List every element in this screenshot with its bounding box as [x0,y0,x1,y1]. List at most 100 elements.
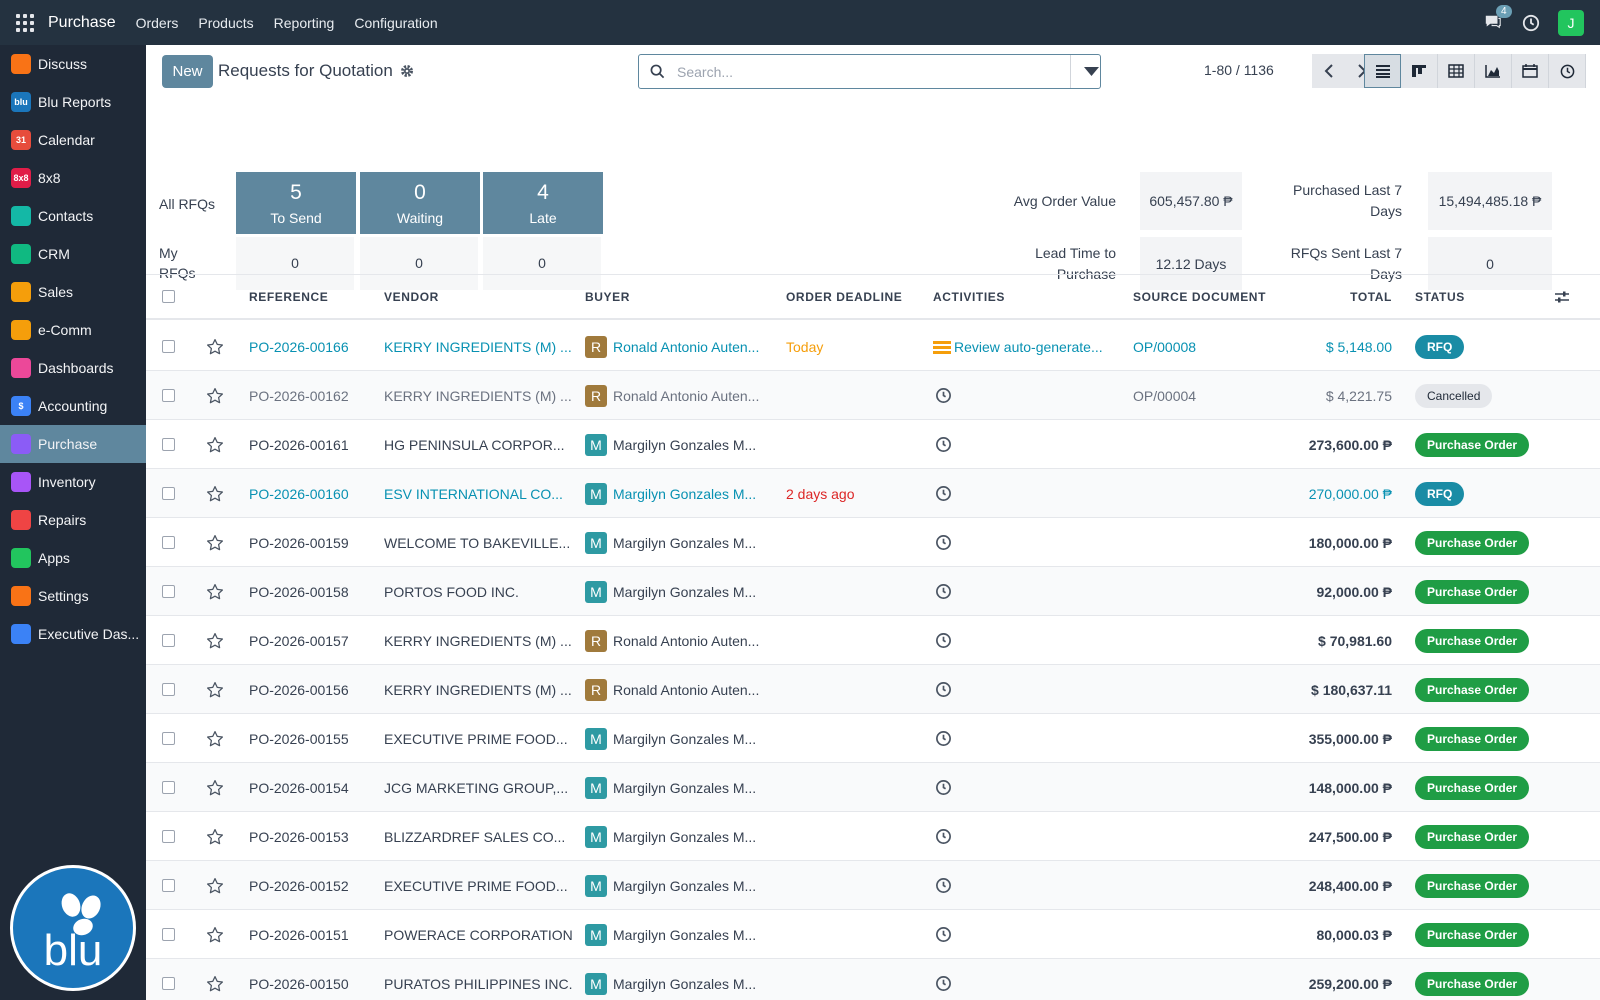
activity-view-button[interactable] [1549,54,1586,88]
list-view-button[interactable] [1364,54,1401,88]
activity-clock-icon[interactable] [935,485,952,502]
sidebar-item-apps-grid[interactable]: Apps [0,539,146,577]
row-checkbox[interactable] [162,536,175,549]
sidebar-item-dashboards[interactable]: Dashboards [0,349,146,387]
row-checkbox[interactable] [162,340,175,353]
table-row[interactable]: PO-2026-00153 BLIZZARDREF SALES CO... M Mar… [146,812,1600,861]
row-checkbox[interactable] [162,389,175,402]
table-row[interactable]: PO-2026-00154 JCG MARKETING GROUP,... M Mar… [146,763,1600,812]
star-icon[interactable] [206,436,224,454]
activity-clock-icon[interactable] [935,534,952,551]
star-icon[interactable] [206,534,224,552]
row-checkbox[interactable] [162,487,175,500]
sidebar-item-repairs[interactable]: Repairs [0,501,146,539]
activity-clock-icon[interactable] [935,730,952,747]
menu-orders[interactable]: Orders [136,15,179,31]
table-row[interactable]: PO-2026-00151 POWERACE CORPORATION M Margil… [146,910,1600,959]
table-row[interactable]: PO-2026-00166 KERRY INGREDIENTS (M) ... R R… [146,322,1600,371]
activity-clock-icon[interactable] [935,681,952,698]
table-row[interactable]: PO-2026-00157 KERRY INGREDIENTS (M) ... R R… [146,616,1600,665]
activity-clock-icon[interactable] [935,632,952,649]
table-row[interactable]: PO-2026-00155 EXECUTIVE PRIME FOOD... M Mar… [146,714,1600,763]
to-send-tile[interactable]: 5 To Send [236,172,356,234]
new-button[interactable]: New [162,55,213,88]
late-tile[interactable]: 4 Late [483,172,603,234]
star-icon[interactable] [206,338,224,356]
row-checkbox[interactable] [162,879,175,892]
select-all-checkbox[interactable] [162,290,175,303]
activity-clock-icon[interactable] [935,436,952,453]
header-order-deadline[interactable]: ORDER DEADLINE [786,290,902,304]
activity-clock-icon[interactable] [935,387,952,404]
app-menu-icon[interactable] [16,13,34,32]
sidebar-item-settings[interactable]: Settings [0,577,146,615]
star-icon[interactable] [206,828,224,846]
activity-clock-icon[interactable] [935,926,952,943]
sidebar-item-discuss[interactable]: Discuss [0,45,146,83]
app-name[interactable]: Purchase [48,14,116,32]
search-options-toggle[interactable] [1070,55,1100,88]
header-vendor[interactable]: VENDOR [384,290,439,304]
star-icon[interactable] [206,583,224,601]
star-icon[interactable] [206,779,224,797]
activity-clock-icon[interactable] [935,779,952,796]
search-input[interactable] [677,63,1067,80]
row-checkbox[interactable] [162,830,175,843]
optional-columns-icon[interactable] [1554,290,1570,304]
kanban-view-button[interactable] [1401,54,1438,88]
table-row[interactable]: PO-2026-00150 PURATOS PHILIPPINES INC. M Ma… [146,959,1600,1000]
table-row[interactable]: PO-2026-00160 ESV INTERNATIONAL CO... M Mar… [146,469,1600,518]
menu-products[interactable]: Products [198,15,253,31]
table-row[interactable]: PO-2026-00156 KERRY INGREDIENTS (M) ... R R… [146,665,1600,714]
header-total[interactable]: TOTAL [1316,290,1392,304]
star-icon[interactable] [206,485,224,503]
header-status[interactable]: STATUS [1415,290,1465,304]
sidebar-item-contacts[interactable]: Contacts [0,197,146,235]
sidebar-item-sales[interactable]: Sales [0,273,146,311]
row-checkbox[interactable] [162,634,175,647]
star-icon[interactable] [206,975,224,993]
waiting-tile[interactable]: 0 Waiting [360,172,480,234]
header-buyer[interactable]: BUYER [585,290,630,304]
star-icon[interactable] [206,730,224,748]
sidebar-item-purchase[interactable]: Purchase [0,425,146,463]
chat-icon[interactable]: 4 [1484,4,1512,33]
pager-value[interactable]: 1-80 / 1136 [1204,62,1274,78]
sidebar-item-blu-reports[interactable]: blu Blu Reports [0,83,146,121]
pivot-view-button[interactable] [1438,54,1475,88]
menu-reporting[interactable]: Reporting [274,15,335,31]
table-row[interactable]: PO-2026-00159 WELCOME TO BAKEVILLE... M Mar… [146,518,1600,567]
sidebar-item-ecomm[interactable]: e-Comm [0,311,146,349]
sidebar-item-calendar[interactable]: 31 Calendar [0,121,146,159]
row-checkbox[interactable] [162,732,175,745]
sidebar-item-executive-dashboard[interactable]: Executive Das... [0,615,146,653]
activity-clock-icon[interactable] [935,975,952,992]
sidebar-item-crm[interactable]: CRM [0,235,146,273]
row-checkbox[interactable] [162,438,175,451]
table-row[interactable]: PO-2026-00158 PORTOS FOOD INC. M Margilyn G… [146,567,1600,616]
row-checkbox[interactable] [162,977,175,990]
star-icon[interactable] [206,877,224,895]
gear-icon[interactable] [399,63,415,79]
activity-summary[interactable]: Review auto-generate... [954,339,1103,355]
calendar-view-button[interactable] [1512,54,1549,88]
activity-clock-icon[interactable] [935,828,952,845]
menu-configuration[interactable]: Configuration [354,15,437,31]
user-avatar[interactable]: J [1558,9,1584,36]
table-row[interactable]: PO-2026-00161 HG PENINSULA CORPOR... M Marg… [146,420,1600,469]
table-row[interactable]: PO-2026-00152 EXECUTIVE PRIME FOOD... M Mar… [146,861,1600,910]
graph-view-button[interactable] [1475,54,1512,88]
activity-clock-icon[interactable] [935,583,952,600]
header-activities[interactable]: ACTIVITIES [933,290,1005,304]
header-reference[interactable]: REFERENCE [249,290,328,304]
row-checkbox[interactable] [162,928,175,941]
row-checkbox[interactable] [162,585,175,598]
activity-clock-icon[interactable] [935,877,952,894]
sidebar-item-8x8[interactable]: 8x8 8x8 [0,159,146,197]
star-icon[interactable] [206,926,224,944]
activity-clock-icon[interactable] [1522,14,1540,32]
table-row[interactable]: PO-2026-00162 KERRY INGREDIENTS (M) ... R R… [146,371,1600,420]
star-icon[interactable] [206,681,224,699]
star-icon[interactable] [206,632,224,650]
pager-previous-button[interactable] [1312,54,1345,88]
